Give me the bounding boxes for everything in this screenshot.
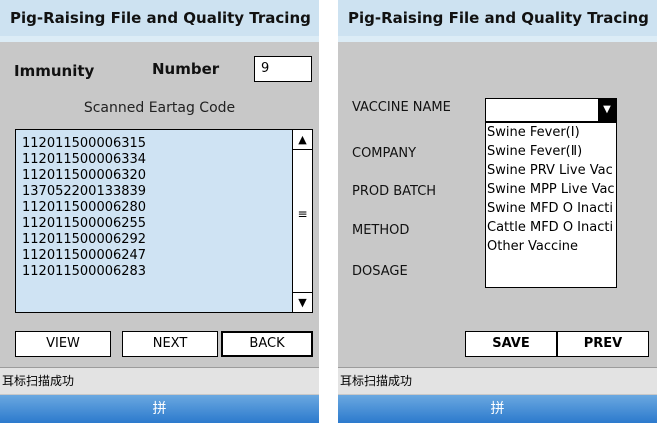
title-separator [0,36,319,42]
title-separator [338,36,657,42]
scroll-up-arrow-icon[interactable]: ▲ [293,130,312,150]
left-screen: Pig-Raising File and Quality Tracing Imm… [0,0,319,423]
scrollbar[interactable]: ▲ ≡ ▼ [292,130,312,312]
company-label: COMPANY [352,146,417,161]
list-item[interactable]: 112011500006255 [22,216,288,232]
number-field[interactable]: 9 [254,56,312,82]
number-label: Number [152,60,220,78]
list-item[interactable]: 137052200133839 [22,184,288,200]
list-item[interactable]: 112011500006320 [22,168,288,184]
scroll-down-arrow-icon[interactable]: ▼ [293,292,312,312]
dropdown-option[interactable]: Swine Fever(Ⅰ) [486,123,616,142]
dropdown-option[interactable]: Other Vaccine [486,237,616,256]
next-button[interactable]: NEXT [122,331,218,357]
scroll-thumb[interactable]: ≡ [293,192,312,236]
scanned-eartag-title: Scanned Eartag Code [83,100,236,116]
list-item[interactable]: 112011500006280 [22,200,288,216]
vaccine-dropdown-list[interactable]: Swine Fever(Ⅰ) Swine Fever(Ⅱ) Swine PRV … [485,122,617,288]
save-button[interactable]: SAVE [465,331,557,357]
list-item[interactable]: 112011500006247 [22,248,288,264]
list-item[interactable]: 112011500006292 [22,232,288,248]
prod-batch-label: PROD BATCH [352,184,437,199]
dropdown-option[interactable]: Swine PRV Live Vac [486,161,616,180]
eartag-list-items: 112011500006315 112011500006334 11201150… [22,136,288,280]
vaccine-name-select[interactable]: ▼ [485,98,617,122]
dropdown-option[interactable]: Swine MPP Live Vac [486,180,616,199]
dosage-label: DOSAGE [352,264,408,279]
dropdown-option[interactable]: Swine Fever(Ⅱ) [486,142,616,161]
dropdown-arrow-icon[interactable]: ▼ [598,99,616,121]
vaccine-name-label: VACCINE NAME [352,100,451,115]
status-bar: 耳标扫描成功 [338,367,657,394]
view-button[interactable]: VIEW [15,331,111,357]
app-title: Pig-Raising File and Quality Tracing [0,0,319,36]
list-item[interactable]: 112011500006315 [22,136,288,152]
ime-input-bar[interactable]: 拼 [338,395,657,423]
dropdown-option[interactable]: Cattle MFD O Inacti [486,218,616,237]
list-item[interactable]: 112011500006283 [22,264,288,280]
immunity-label: Immunity [14,62,95,80]
app-title: Pig-Raising File and Quality Tracing [338,0,657,36]
back-button[interactable]: BACK [221,331,313,357]
method-label: METHOD [352,223,410,238]
list-item[interactable]: 112011500006334 [22,152,288,168]
eartag-list[interactable]: 112011500006315 112011500006334 11201150… [15,129,313,313]
right-screen: Pig-Raising File and Quality Tracing VAC… [338,0,657,423]
prev-button[interactable]: PREV [557,331,649,357]
dropdown-option[interactable]: Swine MFD O Inacti [486,199,616,218]
status-bar: 耳标扫描成功 [0,367,319,394]
ime-input-bar[interactable]: 拼 [0,395,319,423]
